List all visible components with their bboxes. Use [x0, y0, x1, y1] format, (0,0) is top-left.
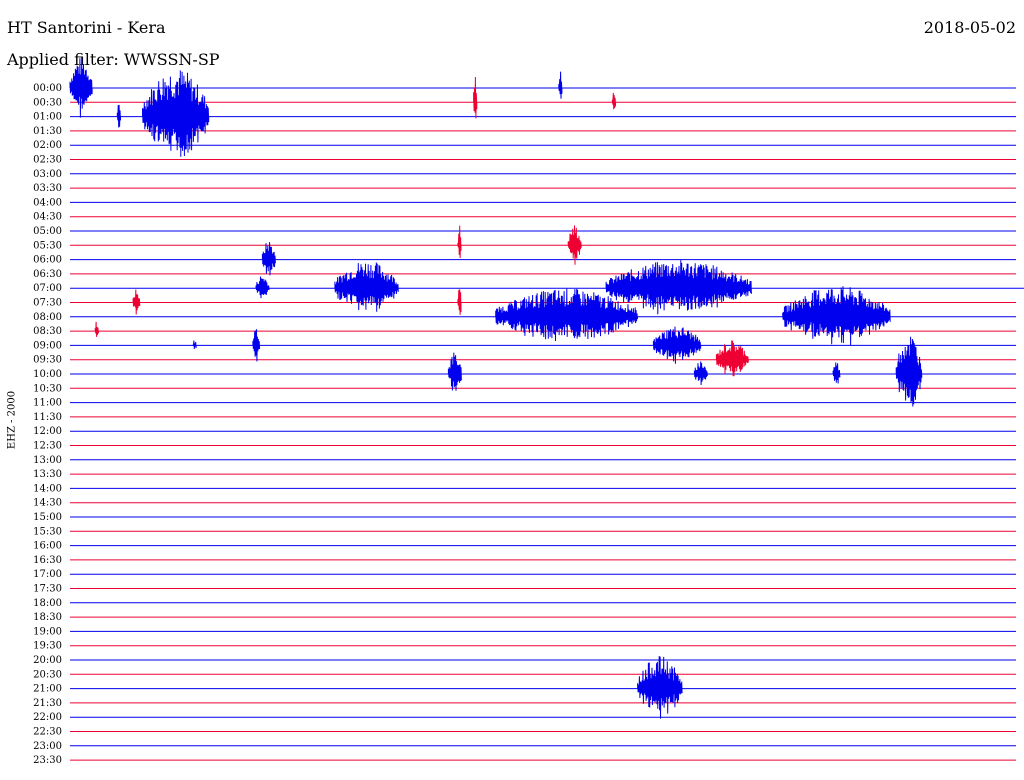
seismic-event-14 — [457, 289, 462, 315]
row-time-label: 23:00 — [33, 741, 62, 752]
row-time-label: 00:30 — [33, 97, 62, 108]
seismic-event-17 — [94, 321, 99, 337]
row-time-label: 05:00 — [33, 226, 62, 237]
seismic-event-4 — [116, 104, 121, 128]
row-time-label: 12:30 — [33, 441, 62, 452]
seismic-event-18 — [192, 340, 197, 349]
row-time-label: 02:00 — [33, 140, 62, 151]
row-time-label: 04:30 — [33, 212, 62, 223]
row-time-label: 19:00 — [33, 626, 62, 637]
row-time-label: 09:30 — [33, 355, 62, 366]
row-time-label: 22:30 — [33, 727, 62, 738]
row-time-label: 02:30 — [33, 155, 62, 166]
seismic-event-16 — [782, 286, 891, 346]
row-time-label: 21:00 — [33, 684, 62, 695]
row-time-label: 08:30 — [33, 326, 62, 337]
seismic-event-8 — [261, 242, 276, 276]
seismic-event-13 — [132, 289, 141, 315]
row-time-label: 17:00 — [33, 569, 62, 580]
row-time-label: 04:00 — [33, 197, 62, 208]
row-time-label: 19:30 — [33, 641, 62, 652]
row-time-label: 10:30 — [33, 383, 62, 394]
seismic-event-6 — [457, 225, 462, 259]
row-time-label: 09:00 — [33, 340, 62, 351]
row-time-label: 13:30 — [33, 469, 62, 480]
row-time-label: 15:30 — [33, 526, 62, 537]
helicorder-plot: 00:00 00:30 01:00 01:30 02:00 02:30 03:00 03:30… — [33, 57, 1024, 766]
row-time-label: 17:30 — [33, 584, 62, 595]
seismic-event-22 — [447, 352, 462, 391]
row-time-label: 10:00 — [33, 369, 62, 380]
row-time-label: 00:00 — [33, 83, 62, 94]
seismic-event-2 — [611, 92, 616, 110]
row-time-label: 16:30 — [33, 555, 62, 566]
row-time-label: 20:30 — [33, 669, 62, 680]
row-time-label: 06:00 — [33, 255, 62, 266]
row-time-label: 12:00 — [33, 426, 62, 437]
row-time-label: 07:00 — [33, 283, 62, 294]
seismic-event-20 — [652, 326, 702, 364]
row-time-label: 16:00 — [33, 541, 62, 552]
row-time-label: 14:00 — [33, 483, 62, 494]
row-time-label: 03:00 — [33, 169, 62, 180]
seismic-event-5 — [142, 70, 210, 157]
seismic-event-19 — [252, 329, 261, 362]
row-time-label: 06:30 — [33, 269, 62, 280]
row-time-label: 15:00 — [33, 512, 62, 523]
seismic-event-26 — [637, 656, 683, 719]
row-time-label: 08:00 — [33, 312, 62, 323]
row-time-label: 18:00 — [33, 598, 62, 609]
row-time-label: 23:30 — [33, 755, 62, 766]
row-time-label: 18:30 — [33, 612, 62, 623]
seismic-event-23 — [693, 361, 708, 386]
seismic-event-10 — [334, 262, 399, 312]
seismic-event-24 — [832, 362, 841, 384]
row-time-label: 20:00 — [33, 655, 62, 666]
row-time-label: 03:30 — [33, 183, 62, 194]
row-time-label: 07:30 — [33, 298, 62, 309]
seismic-event-3 — [558, 71, 563, 99]
row-time-label: 05:30 — [33, 240, 62, 251]
row-time-label: 14:30 — [33, 498, 62, 509]
seismic-event-9 — [255, 276, 270, 299]
row-time-label: 01:00 — [33, 112, 62, 123]
row-time-label: 21:30 — [33, 698, 62, 709]
row-time-label: 11:00 — [33, 398, 62, 409]
seismic-event-0 — [69, 57, 93, 118]
seismic-event-25 — [895, 336, 923, 407]
row-time-label: 13:00 — [33, 455, 62, 466]
row-time-label: 11:30 — [33, 412, 62, 423]
row-time-label: 22:00 — [33, 712, 62, 723]
seismic-event-1 — [473, 76, 478, 119]
row-time-label: 01:30 — [33, 126, 62, 137]
